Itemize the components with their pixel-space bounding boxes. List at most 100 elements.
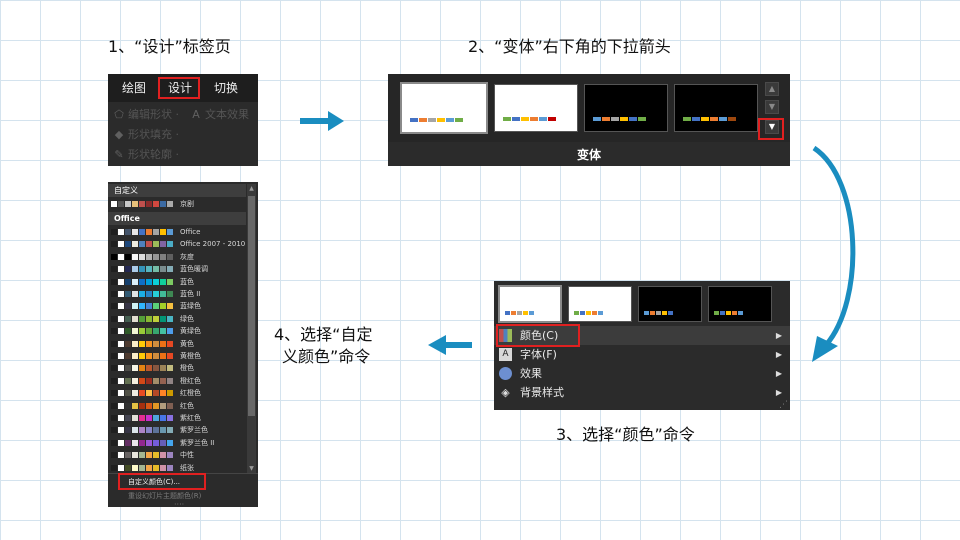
font-icon: A [499,348,512,361]
color-scheme-item[interactable]: 黄橙色 [108,350,246,362]
color-swatches [111,253,174,260]
submenu-arrow-icon: ▶ [775,369,782,378]
scroll-down-icon[interactable]: ▼ [765,100,779,114]
color-scheme-item[interactable]: 蓝色暖调 [108,263,246,275]
color-swatches [111,365,174,372]
color-scheme-name: 京剧 [180,200,194,208]
color-scheme-item[interactable]: 黄绿色 [108,325,246,337]
variants-dropdown-menu: 颜色(C) ▶ A 字体(F) ▶ 效果 ▶ ◈ 背景样式 ▶ ⋰ [494,281,790,410]
resize-grip-icon[interactable]: ⋰ [779,400,788,410]
color-scheme-item[interactable]: 紫罗兰色 II [108,437,246,449]
color-scheme-item[interactable]: 蓝绿色 [108,300,246,312]
color-scheme-name: 红色 [180,401,194,410]
shape-fill-menu[interactable]: ◆ 形状填充 · [108,126,258,144]
color-scheme-item[interactable]: 灰度 [108,251,246,263]
colors-highlight [496,324,580,347]
color-scheme-item[interactable]: 黄色 [108,338,246,350]
flow-arrow-curved [812,145,856,362]
color-swatches [111,315,174,322]
variant-thumbnail[interactable] [498,285,562,323]
color-swatches [111,201,174,207]
color-swatches [111,266,174,273]
color-swatches [111,229,174,235]
color-scheme-item[interactable]: 紫红色 [108,412,246,424]
submenu-scrollbar[interactable]: ▲ ▼ [247,184,256,474]
custom-section-header: 自定义 [108,184,246,197]
scroll-down-icon[interactable]: ▼ [247,464,256,473]
color-scheme-name: 蓝绿色 [180,302,201,311]
color-scheme-name: 黄橙色 [180,352,201,360]
text-effect-menu[interactable]: A 文本效果 [188,106,258,124]
reset-theme-colors-command[interactable]: 重设幻灯片主题颜色(R) [128,490,201,502]
text-effect-label: 文本效果 [205,108,249,121]
color-scheme-item[interactable]: 红色 [108,400,246,412]
color-swatches [111,291,174,297]
menu-item-background-styles[interactable]: ◈ 背景样式 ▶ [494,383,790,402]
color-scheme-item[interactable]: 橙色 [108,362,246,374]
step4-caption-line2: 义颜色”命令 [282,347,371,366]
variant-thumbnail[interactable] [584,84,668,132]
scroll-up-icon[interactable]: ▲ [765,82,779,96]
color-scheme-name: 蓝色 [180,277,194,286]
color-swatches [111,353,174,359]
flow-arrow-left [428,335,472,355]
shape-outline-label: 形状轮廓 · [128,148,179,161]
color-scheme-item[interactable]: 京剧 [108,198,246,210]
variant-thumbnail[interactable] [400,82,488,134]
color-scheme-name: 橙色 [180,364,194,373]
submenu-gripper: ···· [174,500,185,507]
menu-item-fonts[interactable]: A 字体(F) ▶ [494,345,790,364]
color-scheme-item[interactable]: 绿色 [108,313,246,325]
color-scheme-item[interactable]: 中性 [108,449,246,461]
dropdown-highlight [758,118,784,140]
color-scheme-name: 黄绿色 [180,327,201,336]
scroll-up-icon[interactable]: ▲ [247,184,256,193]
color-swatches [111,241,174,248]
variant-thumbnail[interactable] [568,286,632,322]
variant-thumbnail[interactable] [638,286,702,322]
menu-item-effects[interactable]: 效果 ▶ [494,364,790,383]
menu-item-background-styles-label: 背景样式 [520,386,564,399]
color-scheme-item[interactable]: Office [108,226,246,238]
variant-thumbnail[interactable] [708,286,772,322]
variant-thumbnail[interactable] [494,84,578,132]
step1-caption: 1、“设计”标签页 [108,37,231,56]
menu-item-effects-label: 效果 [520,367,542,380]
design-tab-ribbon: 绘图 设计 切换 ⬠ 编辑形状 · A 文本效果 ◆ 形状填充 · ✎ 形状轮廓 · [108,74,258,166]
background-style-icon: ◈ [501,386,510,399]
color-scheme-name: 纸张 [180,463,194,472]
shape-outline-menu[interactable]: ✎ 形状轮廓 · [108,146,258,164]
color-swatches [111,278,174,285]
variant-thumbnail[interactable] [674,84,758,132]
color-scheme-name: 蓝色 II [180,290,201,298]
color-scheme-item[interactable]: 蓝色 [108,276,246,288]
color-scheme-name: Office [180,228,201,236]
color-swatches [111,303,174,310]
color-scheme-name: 橙红色 [180,376,201,385]
shape-outline-icon: ✎ [114,148,124,161]
color-swatches [111,377,174,384]
color-swatches [111,427,174,434]
effects-icon [499,367,512,380]
color-scheme-item[interactable]: 紫罗兰色 [108,424,246,436]
color-scheme-item[interactable]: 橙红色 [108,375,246,387]
edit-shape-icon: ⬠ [114,108,124,121]
customize-colors-highlight [118,473,206,490]
color-swatches [111,464,174,471]
colors-submenu: 自定义 京剧 Office Office Office 2007 - 2010 灰度… [108,182,258,507]
color-swatches [111,402,174,409]
scrollbar-thumb[interactable] [248,196,255,416]
color-scheme-name: 灰度 [180,252,194,261]
color-scheme-name: 紫罗兰色 II [180,438,215,447]
color-scheme-name: 中性 [180,451,194,460]
color-scheme-item[interactable]: Office 2007 - 2010 [108,238,246,250]
step2-caption: 2、“变体”右下角的下拉箭头 [468,37,671,56]
color-scheme-name: 紫罗兰色 [180,426,208,435]
tab-transitions[interactable]: 切换 [214,74,238,102]
color-scheme-item[interactable]: 蓝色 II [108,288,246,300]
variants-group-label: 变体 [576,148,601,162]
color-swatches [111,328,174,335]
color-scheme-name: Office 2007 - 2010 [180,240,246,249]
color-scheme-item[interactable]: 红橙色 [108,387,246,399]
tab-draw[interactable]: 绘图 [122,74,146,102]
